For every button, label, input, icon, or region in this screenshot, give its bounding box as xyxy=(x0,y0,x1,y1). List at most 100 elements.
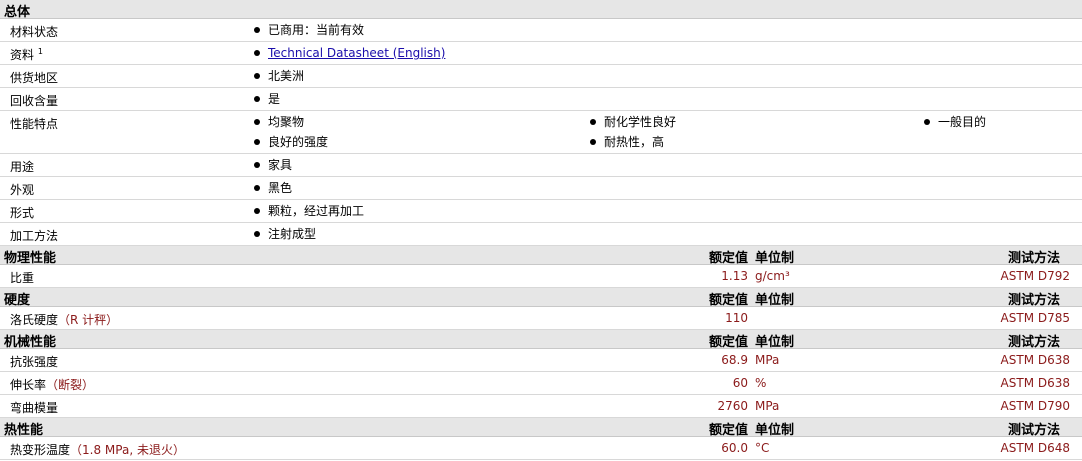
bullet-icon xyxy=(254,230,260,237)
property-row-elongation: 伸长率（断裂） 60 % ASTM D638 xyxy=(0,372,1082,395)
unit-value: °C xyxy=(755,441,770,455)
test-method: ASTM D638 xyxy=(1000,376,1070,390)
nominal-value: 110 xyxy=(725,311,748,325)
section-header-hardness: 硬度 额定值 单位制 测试方法 xyxy=(0,288,1082,308)
property-label: 伸长率（断裂） xyxy=(10,378,95,392)
nominal-value: 2760 xyxy=(717,399,748,413)
bullet-icon xyxy=(254,138,260,145)
bullet-item: 家具 xyxy=(254,155,292,175)
unit-header: 单位制 xyxy=(755,293,795,308)
unit-value: % xyxy=(755,376,767,390)
bullet-item: Technical Datasheet (English) xyxy=(254,43,445,63)
nominal-value-header: 额定值 xyxy=(708,423,748,438)
bullet-item: 一般目的 xyxy=(924,112,986,132)
property-row-tensile-strength: 抗张强度 68.9 MPa ASTM D638 xyxy=(0,349,1082,372)
bullet-item: 耐热性，高 xyxy=(590,132,664,152)
property-label: 回收含量 xyxy=(10,94,59,108)
test-method-header: 测试方法 xyxy=(1007,293,1060,308)
section-title: 热性能 xyxy=(4,423,44,438)
bullet-item: 颗粒，经过再加工 xyxy=(254,201,364,221)
test-method: ASTM D785 xyxy=(1000,311,1070,325)
property-row-processing: 加工方法 注射成型 xyxy=(0,223,1082,246)
test-method-header: 测试方法 xyxy=(1007,423,1060,438)
property-row-rockwell-hardness: 洛氏硬度（R 计秤） 110 ASTM D785 xyxy=(0,307,1082,330)
property-label: 资料 1 xyxy=(10,47,43,63)
test-method-header: 测试方法 xyxy=(1007,251,1060,266)
bullet-icon xyxy=(590,118,596,125)
footnote-marker: 1 xyxy=(37,47,43,56)
bullet-item: 已商用：当前有效 xyxy=(254,20,364,40)
bullet-icon xyxy=(254,72,260,79)
bullet-icon xyxy=(254,95,260,102)
bullet-item: 均聚物 xyxy=(254,112,304,132)
bullet-item: 是 xyxy=(254,89,280,109)
property-label: 用途 xyxy=(10,160,35,174)
nominal-value: 60.0 xyxy=(721,441,748,455)
bullet-item: 耐化学性良好 xyxy=(590,112,676,132)
bullet-icon xyxy=(254,118,260,125)
property-label: 形式 xyxy=(10,206,35,220)
unit-value: MPa xyxy=(755,353,780,367)
property-row-form: 形式 颗粒，经过再加工 xyxy=(0,200,1082,223)
bullet-icon xyxy=(254,26,260,33)
section-header-mechanical: 机械性能 额定值 单位制 测试方法 xyxy=(0,330,1082,350)
nominal-value-header: 额定值 xyxy=(708,335,748,350)
unit-value: MPa xyxy=(755,399,780,413)
nominal-value-header: 额定值 xyxy=(708,251,748,266)
test-method: ASTM D790 xyxy=(1000,399,1070,413)
unit-header: 单位制 xyxy=(755,423,795,438)
property-row-heat-deflection: 热变形温度（1.8 MPa, 未退火） 60.0 °C ASTM D648 xyxy=(0,437,1082,460)
bullet-item: 注射成型 xyxy=(254,224,316,244)
nominal-value-header: 额定值 xyxy=(708,293,748,308)
bullet-icon xyxy=(254,207,260,214)
test-method-header: 测试方法 xyxy=(1007,335,1060,350)
bullet-item: 良好的强度 xyxy=(254,132,328,152)
property-label: 外观 xyxy=(10,183,35,197)
property-row-uses: 用途 家具 xyxy=(0,154,1082,177)
unit-header: 单位制 xyxy=(755,335,795,350)
property-row-appearance: 外观 黑色 xyxy=(0,177,1082,200)
property-label: 性能特点 xyxy=(10,117,59,131)
nominal-value: 60 xyxy=(732,376,748,390)
property-label: 弯曲模量 xyxy=(10,401,59,415)
property-label: 加工方法 xyxy=(10,229,59,243)
bullet-item: 黑色 xyxy=(254,178,292,198)
property-label: 抗张强度 xyxy=(10,355,59,369)
bullet-item: 北美洲 xyxy=(254,66,304,86)
bullet-icon xyxy=(924,118,930,125)
property-row-flexural-modulus: 弯曲模量 2760 MPa ASTM D790 xyxy=(0,395,1082,418)
bullet-icon xyxy=(254,184,260,191)
test-method: ASTM D648 xyxy=(1000,441,1070,455)
unit-value: g/cm³ xyxy=(755,269,790,283)
property-row-region: 供货地区 北美洲 xyxy=(0,65,1082,88)
test-method: ASTM D638 xyxy=(1000,353,1070,367)
section-title: 机械性能 xyxy=(4,335,57,350)
technical-datasheet-link[interactable]: Technical Datasheet (English) xyxy=(268,46,445,60)
section-header-physical: 物理性能 额定值 单位制 测试方法 xyxy=(0,246,1082,266)
property-label: 热变形温度（1.8 MPa, 未退火） xyxy=(10,443,185,457)
section-header-thermal: 热性能 额定值 单位制 测试方法 xyxy=(0,418,1082,438)
bullet-icon xyxy=(254,49,260,56)
nominal-value: 68.9 xyxy=(721,353,748,367)
property-label: 材料状态 xyxy=(10,25,59,39)
property-label: 供货地区 xyxy=(10,71,59,85)
nominal-value: 1.13 xyxy=(721,269,748,283)
test-method: ASTM D792 xyxy=(1000,269,1070,283)
property-row-recycled: 回收含量 是 xyxy=(0,88,1082,111)
test-condition: （断裂） xyxy=(46,378,95,392)
property-row-status: 材料状态 已商用：当前有效 xyxy=(0,19,1082,42)
property-row-documents: 资料 1 Technical Datasheet (English) xyxy=(0,42,1082,65)
datasheet: 总体 材料状态 已商用：当前有效 资料 1 Technical Datashee… xyxy=(0,0,1082,460)
bullet-icon xyxy=(254,161,260,168)
property-label: 比重 xyxy=(10,271,35,285)
property-label: 洛氏硬度（R 计秤） xyxy=(10,313,119,327)
test-condition: （R 计秤） xyxy=(58,313,119,327)
section-title: 物理性能 xyxy=(4,251,57,266)
section-header-general: 总体 xyxy=(0,0,1082,20)
test-condition: （1.8 MPa, 未退火） xyxy=(70,443,185,457)
section-title: 硬度 xyxy=(4,293,31,308)
bullet-icon xyxy=(590,138,596,145)
section-title: 总体 xyxy=(4,5,31,20)
property-row-specific-gravity: 比重 1.13 g/cm³ ASTM D792 xyxy=(0,265,1082,288)
unit-header: 单位制 xyxy=(755,251,795,266)
